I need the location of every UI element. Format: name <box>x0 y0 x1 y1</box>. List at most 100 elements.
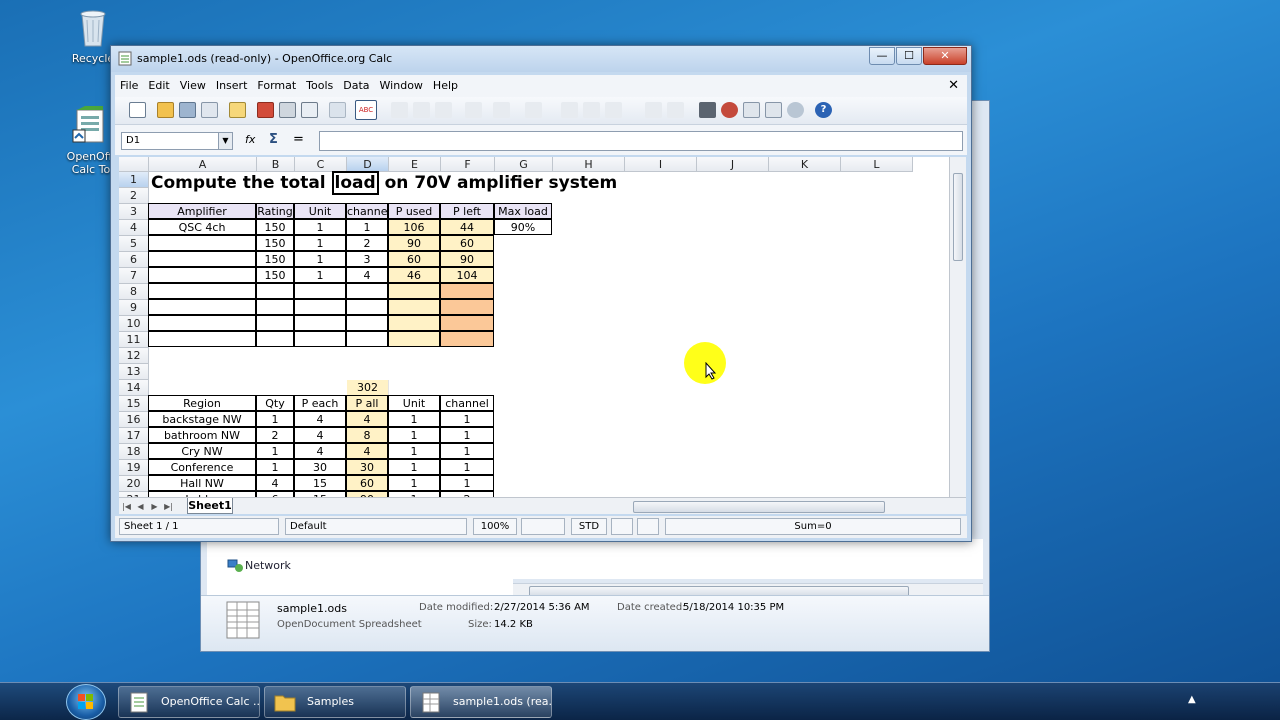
row-header-19[interactable]: 19 <box>119 460 149 476</box>
table-header-cell[interactable]: P used <box>388 203 440 219</box>
table-cell[interactable]: 1 <box>440 459 494 475</box>
table-cell[interactable] <box>294 315 346 331</box>
table-cell[interactable] <box>256 299 294 315</box>
title-bar[interactable]: sample1.ods (read-only) - OpenOffice.org… <box>111 46 971 72</box>
status-zoom[interactable]: 100% <box>473 518 517 535</box>
show-hidden-icons-icon[interactable]: ▲ <box>1188 694 1196 705</box>
start-button[interactable] <box>66 684 106 720</box>
email-document-icon[interactable] <box>201 102 218 118</box>
table-cell[interactable]: 1 <box>256 443 294 459</box>
table-cell[interactable]: 1 <box>440 443 494 459</box>
help-icon[interactable]: ? <box>815 102 832 118</box>
save-icon[interactable] <box>179 102 196 118</box>
menu-help[interactable]: Help <box>428 75 463 92</box>
column-header-A[interactable]: A <box>149 157 257 172</box>
total-power-cell[interactable]: 302 <box>347 380 389 396</box>
table-cell[interactable] <box>440 331 494 347</box>
taskbar-item-samples[interactable]: Samples <box>264 686 406 718</box>
table-header-cell[interactable]: Max load <box>494 203 552 219</box>
table-cell[interactable]: 4 <box>346 267 388 283</box>
row-header-17[interactable]: 17 <box>119 428 149 444</box>
next-sheet-icon[interactable]: ▶ <box>149 501 160 512</box>
table-cell[interactable]: 1 <box>294 251 346 267</box>
table-cell[interactable]: 104 <box>440 267 494 283</box>
column-header-I[interactable]: I <box>625 157 697 172</box>
row-header-15[interactable]: 15 <box>119 396 149 412</box>
table-cell[interactable] <box>388 315 440 331</box>
horizontal-scrollbar[interactable] <box>367 499 967 514</box>
table-cell[interactable]: 4 <box>294 443 346 459</box>
table-cell[interactable]: Conference <box>148 459 256 475</box>
table-cell[interactable] <box>346 331 388 347</box>
find-replace-icon[interactable] <box>699 102 716 118</box>
table-header-cell[interactable]: P left <box>440 203 494 219</box>
table-cell[interactable]: 2 <box>346 235 388 251</box>
maximize-button[interactable]: ☐ <box>896 47 922 65</box>
row-header-10[interactable]: 10 <box>119 316 149 332</box>
status-page-style[interactable]: Default <box>285 518 467 535</box>
row-header-13[interactable]: 13 <box>119 364 149 380</box>
menu-view[interactable]: View <box>175 75 211 92</box>
table-cell[interactable] <box>148 235 256 251</box>
document-close-button[interactable]: ✕ <box>948 78 959 93</box>
function-wizard-icon[interactable]: fx <box>245 133 255 146</box>
table-cell[interactable] <box>294 331 346 347</box>
zoom-icon[interactable] <box>787 102 804 118</box>
table-cell[interactable]: 90 <box>388 235 440 251</box>
table-header-cell[interactable]: Rating <box>256 203 294 219</box>
table-cell[interactable]: 1 <box>294 219 346 235</box>
table-cell[interactable] <box>346 315 388 331</box>
function-equals-icon[interactable]: = <box>293 132 304 147</box>
open-folder-icon[interactable] <box>157 102 174 118</box>
table-header-cell[interactable]: Region <box>148 395 256 411</box>
table-cell[interactable]: 30 <box>346 459 388 475</box>
menu-insert[interactable]: Insert <box>211 75 253 92</box>
export-pdf-icon[interactable] <box>257 102 274 118</box>
row-header-9[interactable]: 9 <box>119 300 149 316</box>
table-cell[interactable] <box>148 251 256 267</box>
table-cell[interactable] <box>148 283 256 299</box>
row-header-12[interactable]: 12 <box>119 348 149 364</box>
chevron-down-icon[interactable]: ▼ <box>218 133 232 149</box>
table-cell[interactable]: 4 <box>294 427 346 443</box>
row-header-8[interactable]: 8 <box>119 284 149 300</box>
table-header-cell[interactable]: Unit <box>388 395 440 411</box>
table-cell[interactable]: 8 <box>346 427 388 443</box>
table-cell[interactable] <box>294 283 346 299</box>
table-cell[interactable]: 4 <box>346 411 388 427</box>
gallery-icon[interactable] <box>743 102 760 118</box>
table-cell[interactable]: 4 <box>256 475 294 491</box>
horizontal-scroll-thumb[interactable] <box>633 501 885 513</box>
table-cell[interactable]: 2 <box>256 427 294 443</box>
taskbar-item-openoffice-calc[interactable]: OpenOffice Calc ... <box>118 686 260 718</box>
row-header-6[interactable]: 6 <box>119 252 149 268</box>
previous-sheet-icon[interactable]: ◀ <box>135 501 146 512</box>
table-cell[interactable]: 1 <box>440 475 494 491</box>
autospellcheck-icon[interactable]: ABC <box>355 100 377 120</box>
taskbar-item-sample1[interactable]: sample1.ods (rea... <box>410 686 552 718</box>
row-header-3[interactable]: 3 <box>119 204 149 220</box>
first-sheet-icon[interactable]: |◀ <box>121 501 132 512</box>
vertical-scrollbar[interactable] <box>949 157 966 497</box>
column-header-J[interactable]: J <box>697 157 769 172</box>
table-cell[interactable]: 60 <box>440 235 494 251</box>
menu-file[interactable]: File <box>115 75 143 92</box>
table-cell[interactable]: 1 <box>346 219 388 235</box>
row-header-1[interactable]: 1 <box>119 172 149 188</box>
table-cell[interactable]: 1 <box>440 411 494 427</box>
table-cell[interactable]: 150 <box>256 219 294 235</box>
table-cell[interactable]: 1 <box>388 443 440 459</box>
column-header-C[interactable]: C <box>295 157 347 172</box>
table-header-cell[interactable]: Amplifier <box>148 203 256 219</box>
minimize-button[interactable]: — <box>869 47 895 65</box>
menu-format[interactable]: Format <box>252 75 301 92</box>
table-cell[interactable]: QSC 4ch <box>148 219 256 235</box>
table-cell[interactable]: 44 <box>440 219 494 235</box>
table-cell[interactable]: 60 <box>388 251 440 267</box>
table-cell[interactable]: 150 <box>256 251 294 267</box>
table-cell[interactable]: 1 <box>388 411 440 427</box>
table-header-cell[interactable]: channel <box>440 395 494 411</box>
column-header-L[interactable]: L <box>841 157 913 172</box>
print-preview-icon[interactable] <box>301 102 318 118</box>
table-cell[interactable]: Hall NW <box>148 475 256 491</box>
